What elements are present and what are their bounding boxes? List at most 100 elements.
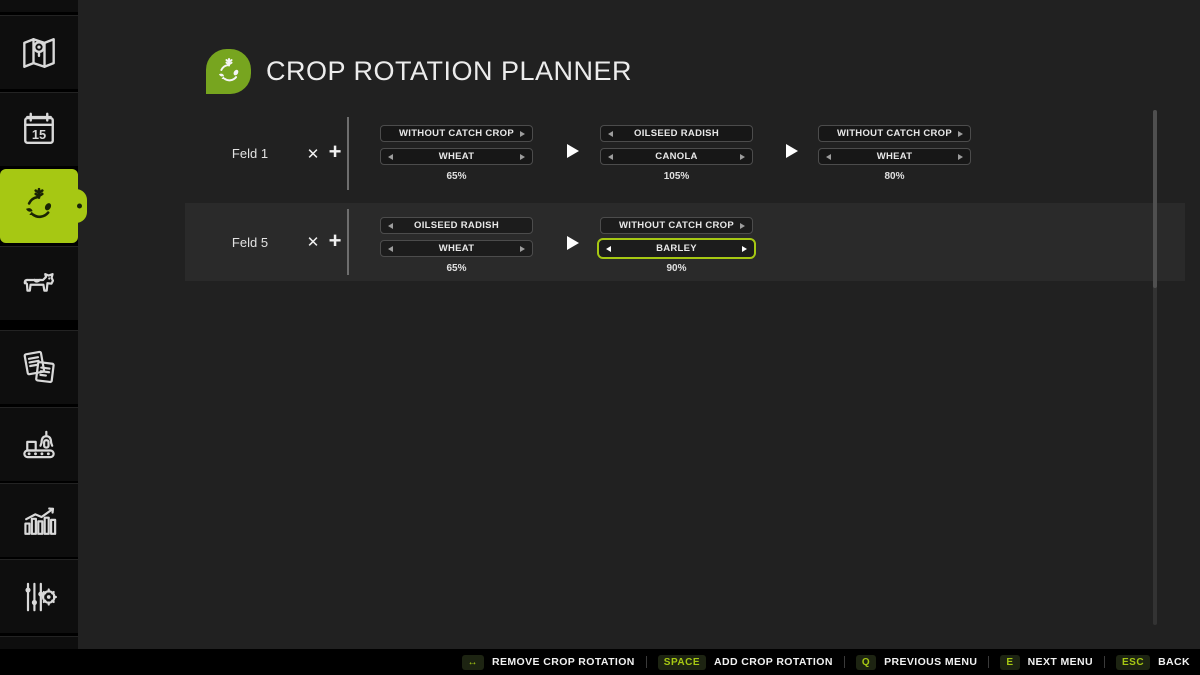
sidebar-item-contracts[interactable] xyxy=(0,330,78,404)
next-option-arrow-icon[interactable] xyxy=(958,131,963,137)
sidebar-item-animals[interactable] xyxy=(0,246,78,320)
sidebar-item-crop-rotation[interactable] xyxy=(0,169,78,243)
next-stage-arrow-icon xyxy=(786,144,798,158)
crop-selector-selected[interactable]: BARLEY xyxy=(597,238,756,259)
sidebar-item-map[interactable] xyxy=(0,15,78,89)
field-name: Feld 5 xyxy=(185,203,315,281)
field-name: Feld 1 xyxy=(185,111,315,196)
rotation-stage-2: WITHOUT CATCH CROP BARLEY 90% xyxy=(600,203,753,281)
page-title: CROP ROTATION PLANNER xyxy=(266,56,632,87)
rotation-stage-1: WITHOUT CATCH CROP WHEAT 65% xyxy=(380,111,533,196)
hotkey-back: ESC BACK xyxy=(1116,655,1190,670)
hotkey-label: ADD CROP ROTATION xyxy=(714,656,833,668)
catch-crop-selector[interactable]: OILSEED RADISH xyxy=(600,125,753,142)
next-option-arrow-icon[interactable] xyxy=(742,246,747,252)
sidebar-item-production[interactable] xyxy=(0,407,78,481)
hotkey-add-crop-rotation: SPACE ADD CROP ROTATION xyxy=(658,655,833,670)
remove-rotation-button[interactable]: ✕ xyxy=(301,111,325,196)
scrollbar-track[interactable] xyxy=(1153,110,1157,625)
sidebar-item-statistics[interactable] xyxy=(0,483,78,557)
expected-yield: 90% xyxy=(600,263,753,274)
statistics-icon xyxy=(17,499,61,543)
prev-option-arrow-icon[interactable] xyxy=(388,154,393,160)
hotkey-label: BACK xyxy=(1158,656,1190,668)
key-badge: E xyxy=(1000,655,1019,670)
hotkey-remove-crop-rotation: ↔ REMOVE CROP ROTATION xyxy=(462,655,635,670)
cow-icon xyxy=(17,262,61,306)
hotbar-separator xyxy=(1104,656,1105,668)
next-option-arrow-icon[interactable] xyxy=(740,223,745,229)
prev-option-arrow-icon[interactable] xyxy=(606,246,611,252)
page-header: CROP ROTATION PLANNER xyxy=(206,49,632,94)
row-divider xyxy=(347,209,349,275)
hotkey-label: NEXT MENU xyxy=(1028,656,1093,668)
catch-crop-selector[interactable]: WITHOUT CATCH CROP xyxy=(380,125,533,142)
scrollbar-thumb[interactable] xyxy=(1153,110,1157,288)
crop-selector[interactable]: CANOLA xyxy=(600,148,753,165)
catch-crop-value: WITHOUT CATCH CROP xyxy=(399,128,514,139)
prev-option-arrow-icon[interactable] xyxy=(388,246,393,252)
catch-crop-selector[interactable]: WITHOUT CATCH CROP xyxy=(818,125,971,142)
add-stage-button[interactable]: + xyxy=(323,203,347,281)
prev-option-arrow-icon[interactable] xyxy=(826,154,831,160)
catch-crop-value: WITHOUT CATCH CROP xyxy=(619,220,734,231)
field-row-feld-1: Feld 1 ✕ + WITHOUT CATCH CROP WHEAT 65% … xyxy=(185,111,1185,196)
expected-yield: 65% xyxy=(380,263,533,274)
next-option-arrow-icon[interactable] xyxy=(958,154,963,160)
crop-value: CANOLA xyxy=(655,151,697,162)
prev-option-arrow-icon[interactable] xyxy=(608,131,613,137)
catch-crop-value: OILSEED RADISH xyxy=(634,128,719,139)
hotbar-separator xyxy=(646,656,647,668)
row-divider xyxy=(347,117,349,190)
hotkey-bar: ↔ REMOVE CROP ROTATION SPACE ADD CROP RO… xyxy=(0,649,1200,675)
hotkey-previous-menu: Q PREVIOUS MENU xyxy=(856,655,978,670)
hotkey-next-menu: E NEXT MENU xyxy=(1000,655,1093,670)
expected-yield: 80% xyxy=(818,171,971,182)
contracts-icon xyxy=(17,346,61,390)
catch-crop-selector[interactable]: WITHOUT CATCH CROP xyxy=(600,217,753,234)
crop-rotation-icon xyxy=(17,184,61,228)
crop-value: WHEAT xyxy=(439,151,475,162)
rotation-stage-2: OILSEED RADISH CANOLA 105% xyxy=(600,111,753,196)
next-option-arrow-icon[interactable] xyxy=(520,154,525,160)
calendar-icon xyxy=(17,108,61,152)
key-badge: SPACE xyxy=(658,655,706,670)
crop-selector[interactable]: WHEAT xyxy=(818,148,971,165)
crop-value: WHEAT xyxy=(439,243,475,254)
field-row-feld-5: Feld 5 ✕ + OILSEED RADISH WHEAT 65% WITH… xyxy=(185,203,1185,281)
settings-icon xyxy=(17,575,61,619)
next-option-arrow-icon[interactable] xyxy=(520,246,525,252)
remove-rotation-button[interactable]: ✕ xyxy=(301,203,325,281)
production-icon xyxy=(17,423,61,467)
hotbar-separator xyxy=(844,656,845,668)
crop-rotation-header-icon xyxy=(206,49,251,94)
crop-selector[interactable]: WHEAT xyxy=(380,148,533,165)
crop-value: BARLEY xyxy=(656,243,697,254)
catch-crop-value: WITHOUT CATCH CROP xyxy=(837,128,952,139)
next-stage-arrow-icon xyxy=(567,236,579,250)
catch-crop-value: OILSEED RADISH xyxy=(414,220,499,231)
catch-crop-selector[interactable]: OILSEED RADISH xyxy=(380,217,533,234)
prev-option-arrow-icon[interactable] xyxy=(388,223,393,229)
rotation-stage-3: WITHOUT CATCH CROP WHEAT 80% xyxy=(818,111,971,196)
sidebar-item-settings[interactable] xyxy=(0,559,78,633)
next-option-arrow-icon[interactable] xyxy=(740,154,745,160)
key-badge: Q xyxy=(856,655,876,670)
key-badge: ↔ xyxy=(462,655,485,670)
hotbar-separator xyxy=(988,656,989,668)
rotation-stage-1: OILSEED RADISH WHEAT 65% xyxy=(380,203,533,281)
sidebar-item-calendar[interactable] xyxy=(0,92,78,166)
expected-yield: 105% xyxy=(600,171,753,182)
hotkey-label: PREVIOUS MENU xyxy=(884,656,977,668)
crop-value: WHEAT xyxy=(877,151,913,162)
key-badge: ESC xyxy=(1116,655,1150,670)
add-stage-button[interactable]: + xyxy=(323,111,347,196)
crop-selector[interactable]: WHEAT xyxy=(380,240,533,257)
map-icon xyxy=(17,31,61,75)
crop-rotation-planner-screen: 15 xyxy=(0,0,1200,675)
expected-yield: 65% xyxy=(380,171,533,182)
next-option-arrow-icon[interactable] xyxy=(520,131,525,137)
sidebar-item-partial-bottom[interactable] xyxy=(0,636,78,649)
sidebar-item-partial-top[interactable] xyxy=(0,0,78,12)
prev-option-arrow-icon[interactable] xyxy=(608,154,613,160)
